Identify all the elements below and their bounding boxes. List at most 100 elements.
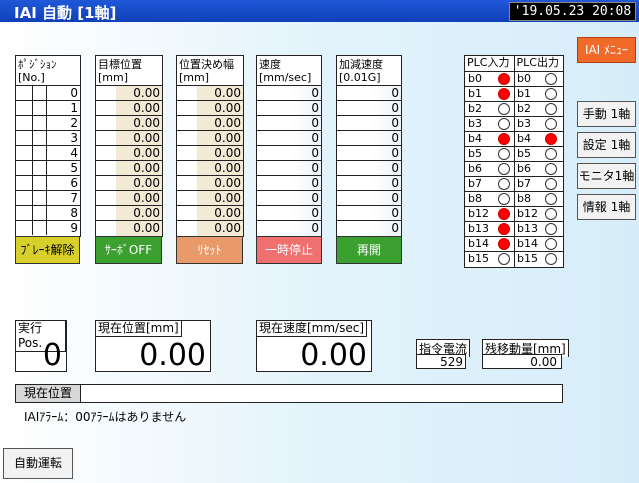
target-position-value[interactable]: 0.00 [133,116,160,130]
position-no-value[interactable]: 2 [70,116,78,130]
row-cell [32,86,47,100]
position-no-value[interactable]: 4 [70,146,78,160]
auto-run-button[interactable]: 自動運転 [3,448,73,479]
servo-off-button[interactable]: ｻｰﾎﾞOFF [95,236,162,264]
speed-value[interactable]: 0 [311,221,319,235]
accel-value[interactable]: 0 [391,221,399,235]
positioning-width-value[interactable]: 0.00 [214,131,241,145]
positioning-width-value[interactable]: 0.00 [214,206,241,220]
speed-value[interactable]: 0 [311,146,319,160]
position-no-value[interactable]: 3 [70,131,78,145]
plc-input-indicator [498,103,510,115]
resume-button[interactable]: 再開 [336,236,402,264]
position-no-value[interactable]: 6 [70,176,78,190]
target-position-value[interactable]: 0.00 [133,176,160,190]
position-no-row: 0 [16,86,80,101]
positioning-width-row: 0.00 [177,221,243,236]
plc-input-indicator [498,208,510,220]
speed-value[interactable]: 0 [311,86,319,100]
plc-divider [514,207,515,221]
position-no-row: 5 [16,161,80,176]
accel-row: 0 [337,101,401,116]
positioning-width-value[interactable]: 0.00 [214,86,241,100]
position-header: ﾎﾟｼﾞｼｮﾝ [No.] [16,56,80,86]
plc-output-label: b15 [517,252,538,265]
target-position-column: 目標位置 [mm] 0.00 0.00 0.00 0.00 0.00 0.00 0.00 0.… [95,55,163,237]
plc-output-label: b6 [517,162,531,175]
position-no-value[interactable]: 8 [70,206,78,220]
current-speed-value: 0.00 [300,338,367,373]
iai-menu-button[interactable]: IAI ﾒﾆｭｰ [577,37,636,63]
target-position-value[interactable]: 0.00 [133,161,160,175]
row-cell [32,176,47,190]
accel-value[interactable]: 0 [391,161,399,175]
pause-button[interactable]: 一時停止 [256,236,322,264]
plc-row: b8 b8 [465,192,563,207]
target-position-row: 0.00 [96,131,162,146]
plc-input-label: b1 [468,87,482,100]
plc-input-label: b3 [468,117,482,130]
settings-axis1-button[interactable]: 設定 1軸 [577,132,636,158]
positioning-width-row: 0.00 [177,86,243,101]
speed-value[interactable]: 0 [311,206,319,220]
speed-value[interactable]: 0 [311,131,319,145]
positioning-width-value[interactable]: 0.00 [214,101,241,115]
plc-input-indicator [498,238,510,250]
positioning-width-value[interactable]: 0.00 [214,176,241,190]
accel-value[interactable]: 0 [391,86,399,100]
plc-row: b15 b15 [465,252,563,267]
plc-output-label: b7 [517,177,531,190]
accel-value[interactable]: 0 [391,176,399,190]
positioning-width-value[interactable]: 0.00 [214,221,241,235]
speed-value[interactable]: 0 [311,116,319,130]
plc-input-indicator [498,133,510,145]
command-current-value: 529 [416,354,466,369]
position-no-value[interactable]: 0 [70,86,78,100]
target-position-value[interactable]: 0.00 [133,191,160,205]
plc-output-indicator [545,253,557,265]
speed-value[interactable]: 0 [311,191,319,205]
target-position-value[interactable]: 0.00 [133,86,160,100]
plc-input-indicator [498,193,510,205]
positioning-width-value[interactable]: 0.00 [214,161,241,175]
accel-row: 0 [337,221,401,236]
accel-value[interactable]: 0 [391,131,399,145]
accel-value[interactable]: 0 [391,146,399,160]
accel-row: 0 [337,116,401,131]
plc-output-label: b8 [517,192,531,205]
accel-header: 加減速度 [0.01G] [337,56,401,86]
positioning-width-value[interactable]: 0.00 [214,191,241,205]
plc-input-header: PLC入力 [465,56,515,71]
position-no-value[interactable]: 5 [70,161,78,175]
target-position-value[interactable]: 0.00 [133,221,160,235]
accel-value[interactable]: 0 [391,206,399,220]
positioning-width-value[interactable]: 0.00 [214,146,241,160]
target-position-value[interactable]: 0.00 [133,146,160,160]
brake-release-button[interactable]: ﾌﾞﾚｰｷ解除 [15,236,80,264]
position-no-value[interactable]: 7 [70,191,78,205]
speed-value[interactable]: 0 [311,161,319,175]
speed-row: 0 [257,221,321,236]
target-position-value[interactable]: 0.00 [133,131,160,145]
position-no-value[interactable]: 1 [70,101,78,115]
plc-output-label: b14 [517,237,538,250]
plc-output-label: b13 [517,222,538,235]
accel-value[interactable]: 0 [391,191,399,205]
manual-axis1-button[interactable]: 手動 1軸 [577,101,636,127]
accel-row: 0 [337,191,401,206]
target-position-value[interactable]: 0.00 [133,206,160,220]
target-position-value[interactable]: 0.00 [133,101,160,115]
row-cell [16,116,33,130]
accel-value[interactable]: 0 [391,101,399,115]
info-axis1-button[interactable]: 情報 1軸 [577,194,636,220]
positioning-width-value[interactable]: 0.00 [214,116,241,130]
plc-io-table: PLC入力 PLC出力 b0 b0 b1 b1 b2 b2 b3 b3 b4 b4 b5 b5 b6 b6… [464,55,564,268]
speed-value[interactable]: 0 [311,101,319,115]
plc-output-label: b1 [517,87,531,100]
accel-value[interactable]: 0 [391,116,399,130]
monitor-axis1-button[interactable]: モニタ1軸 [577,163,636,189]
position-no-row: 4 [16,146,80,161]
reset-button[interactable]: ﾘｾｯﾄ [176,236,243,264]
speed-value[interactable]: 0 [311,176,319,190]
position-no-value[interactable]: 9 [70,221,78,235]
